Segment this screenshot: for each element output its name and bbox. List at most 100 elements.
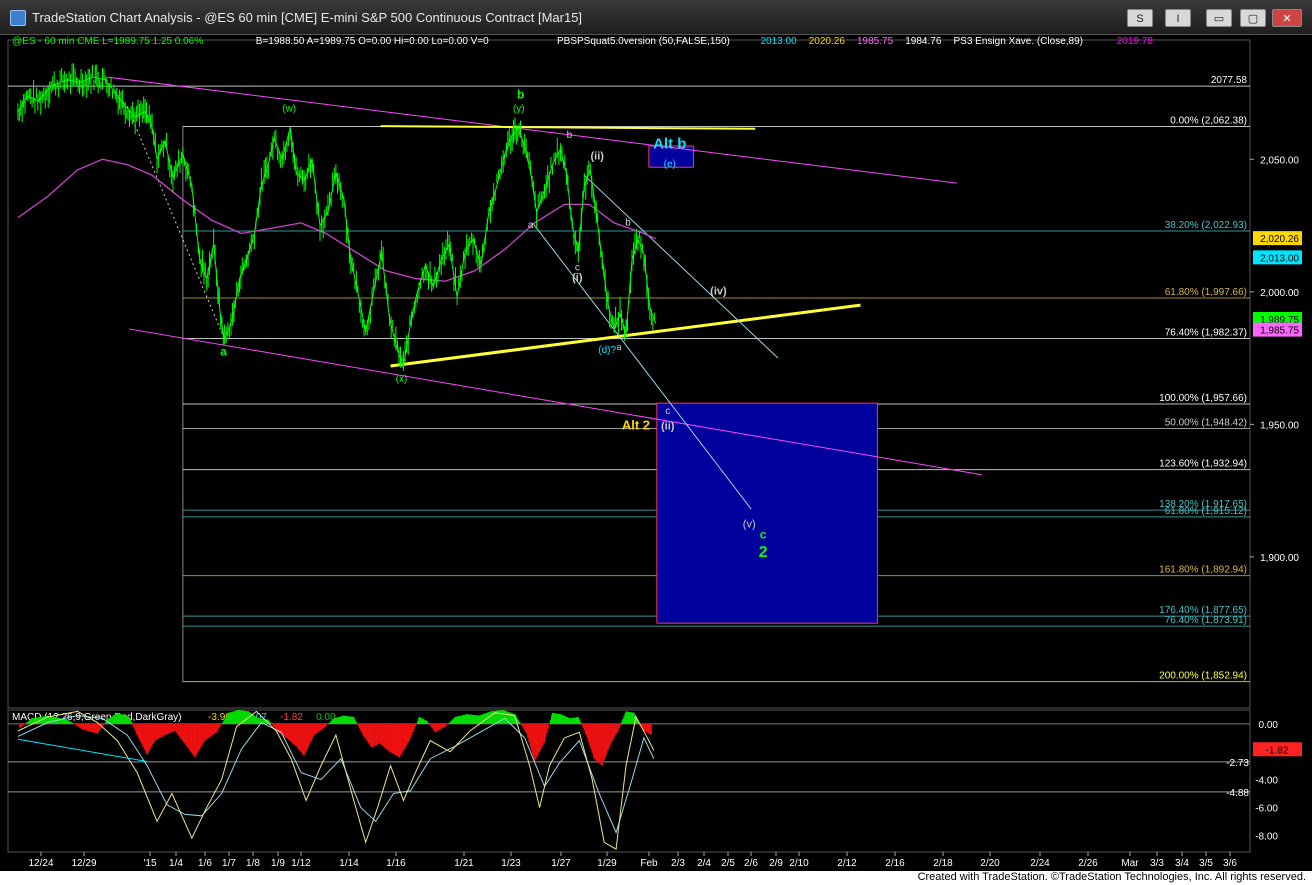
maximize-button[interactable]: ▢ [1240, 9, 1266, 27]
wave-label: (iv) [710, 285, 727, 297]
symbol-link-s-button[interactable]: S [1127, 9, 1153, 27]
wave-label: Alt b [653, 136, 686, 153]
chart-header-item: PS3 Ensign Xave. (Close,89) [954, 36, 1084, 47]
fib-level-label: 161.80% (1,892.94) [1159, 565, 1247, 576]
wave-label: a [528, 220, 534, 231]
window-title: TradeStation Chart Analysis - @ES 60 min… [32, 10, 583, 25]
wave-label: a [220, 344, 227, 358]
x-axis-tick-label: 1/8 [246, 858, 260, 869]
fib-level-label: 61.80% (1,915.12) [1165, 506, 1247, 517]
macd-badge-label: -1.82 [1266, 745, 1289, 756]
x-axis-tick-label: 1/27 [551, 858, 571, 869]
x-axis-tick-label: 1/21 [454, 858, 474, 869]
wave-label: c [760, 527, 767, 541]
macd-header-value: -1.82 [280, 712, 303, 723]
x-axis-tick-label: 3/5 [1199, 858, 1213, 869]
x-axis-tick-label: 3/3 [1150, 858, 1164, 869]
x-axis-tick-label: Feb [640, 858, 658, 869]
y-axis-tick-label: 1,900.00 [1260, 553, 1299, 564]
fib-level-label: 76.40% (1,982.37) [1165, 328, 1247, 339]
x-axis-tick-label: 2/16 [885, 858, 905, 869]
minimize-button[interactable]: ▭ [1206, 9, 1232, 27]
x-axis-tick-label: 2/12 [837, 858, 857, 869]
x-axis-tick-label: 2/6 [744, 858, 758, 869]
chart-header-item: B=1988.50 A=1989.75 O=0.00 Hi=0.00 Lo=0.… [256, 36, 489, 47]
tradestation-app-icon [10, 10, 26, 26]
wave-label: (i) [572, 272, 583, 284]
fib-level-label: 123.60% (1,932.94) [1159, 459, 1247, 470]
macd-y-tick-label: -4.88 [1226, 788, 1249, 799]
x-axis-tick-label: 1/9 [271, 858, 285, 869]
x-axis-tick-label: 12/29 [71, 858, 96, 869]
fib-level-label: 38.20% (2,022.93) [1165, 220, 1247, 231]
y-axis-tick-label: 2,000.00 [1260, 288, 1299, 299]
x-axis-tick-label: 2/9 [769, 858, 783, 869]
fib-level-label: 200.00% (1,852.94) [1159, 671, 1247, 682]
target-zone-box [656, 402, 878, 624]
fib-level-label: 100.00% (1,957.66) [1159, 393, 1247, 404]
x-axis-tick-label: 2/3 [671, 858, 685, 869]
macd-y-tick-label: -4.00 [1255, 776, 1278, 787]
x-axis-tick-label: 1/23 [501, 858, 521, 869]
price-badge-label: 2,020.26 [1260, 234, 1299, 245]
x-axis-tick-label: 3/6 [1223, 858, 1237, 869]
wave-label: 2 [759, 544, 768, 561]
x-axis-tick-label: Mar [1121, 858, 1139, 869]
chart-header-item: PBSPSquat5.0version (50,FALSE,150) [557, 36, 730, 47]
macd-y-tick-label: -2.73 [1226, 758, 1249, 769]
price-badge-label: 1,985.75 [1260, 326, 1299, 337]
chart-header-item: 1985.75 [857, 36, 894, 47]
wave-label: Alt 2 [622, 418, 650, 433]
close-button[interactable]: ✕ [1272, 9, 1302, 27]
x-axis-tick-label: 1/7 [222, 858, 236, 869]
x-axis-tick-label: 1/12 [291, 858, 311, 869]
x-axis-tick-label: 2/5 [721, 858, 735, 869]
fib-level-label: 0.00% (2,062.38) [1170, 115, 1247, 126]
chart-header-item: 1984.76 [905, 36, 942, 47]
chart-canvas[interactable]: @ES - 60 min CME L=1989.75 1.25 0.06% B=1… [0, 34, 1312, 871]
macd-y-tick-label: -8.00 [1255, 831, 1278, 842]
footer-credit: Created with TradeStation. ©TradeStation… [917, 871, 1306, 883]
symbol-link-i-button[interactable]: I [1165, 9, 1191, 27]
y-axis-tick-label: 2,050.00 [1260, 155, 1299, 166]
wave-label: a [617, 342, 622, 352]
wave-label: (w) [282, 104, 296, 115]
macd-y-tick-label: -6.00 [1255, 803, 1278, 814]
fib-level-label: 2077.58 [1211, 75, 1248, 86]
price-badge-label: 2,013.00 [1260, 253, 1299, 264]
window-titlebar: TradeStation Chart Analysis - @ES 60 min… [0, 0, 1312, 35]
price-chart-panel[interactable]: @ES - 60 min CME L=1989.75 1.25 0.06% B=1… [7, 36, 1251, 709]
footer-bar: Created with TradeStation. ©TradeStation… [0, 871, 1312, 885]
macd-y-tick-label: 0.00 [1259, 720, 1279, 731]
x-axis-tick-label: 1/14 [339, 858, 359, 869]
chart-header-item: 2013.00 [761, 36, 798, 47]
wave-label: (ii) [661, 421, 675, 433]
x-axis-tick-label: 2/4 [697, 858, 711, 869]
x-axis-tick-label: 1/4 [169, 858, 183, 869]
chart-header-item: 2019.78 [1117, 36, 1154, 47]
wave-label: b [517, 87, 524, 101]
x-axis-tick-label: 12/24 [28, 858, 53, 869]
wave-label: (y) [513, 104, 525, 115]
wave-label: (x) [396, 374, 408, 385]
x-axis-tick-label: 3/4 [1175, 858, 1189, 869]
x-axis-tick-label: 1/6 [198, 858, 212, 869]
macd-panel[interactable]: MACD (12,26,9,Green,Red,DarkGray)-3.90-2… [7, 709, 1251, 853]
x-axis-tick-label: 1/16 [386, 858, 406, 869]
x-axis-tick-label: 1/29 [597, 858, 617, 869]
wave-label: b [625, 218, 631, 229]
fib-level-label: 61.80% (1,997.66) [1165, 287, 1247, 298]
chart-header-item: @ES - 60 min CME L=1989.75 1.25 0.06% [12, 36, 203, 47]
x-axis-tick-label: 2/26 [1078, 858, 1098, 869]
y-axis-tick-label: 1,950.00 [1260, 420, 1299, 431]
x-axis-tick-label: '15 [143, 858, 156, 869]
price-panel-frame [7, 39, 1251, 709]
wave-label: (e) [664, 159, 676, 170]
x-axis-tick-label: 2/10 [789, 858, 809, 869]
wave-label: (ii) [590, 150, 604, 162]
fib-level-label: 50.00% (1,948.42) [1165, 418, 1247, 429]
wave-label: (d)? [598, 345, 616, 356]
x-axis-tick-label: 2/20 [980, 858, 1000, 869]
x-axis-tick-label: 2/18 [933, 858, 953, 869]
fib-level-label: 76.40% (1,873.91) [1165, 615, 1247, 626]
